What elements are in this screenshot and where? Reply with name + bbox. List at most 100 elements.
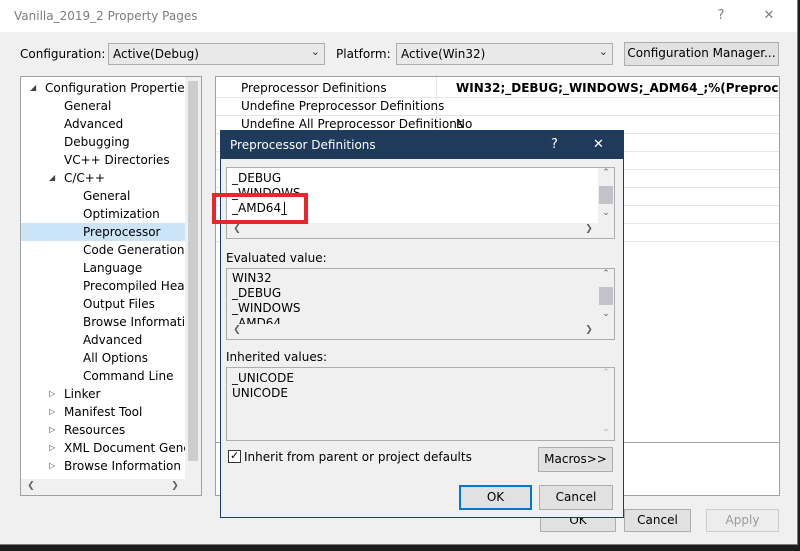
scroll-right-icon[interactable]: ❯ xyxy=(581,325,597,335)
tree-item-label: Configuration Properties xyxy=(45,81,191,95)
tree-item[interactable]: Advanced xyxy=(21,331,185,349)
inherited-values-box[interactable]: _UNICODE UNICODE ⌃ ⌄ xyxy=(226,367,615,441)
dialog-close-icon[interactable]: ✕ xyxy=(593,137,604,152)
dialog-title: Preprocessor Definitions xyxy=(230,138,376,152)
tree-item[interactable]: ▷ Browse Information xyxy=(21,457,185,475)
collapsed-arrow-icon[interactable]: ▷ xyxy=(49,421,55,439)
tree-item-label: Optimization xyxy=(83,207,160,221)
property-name: Preprocessor Definitions xyxy=(241,81,387,95)
tree-item[interactable]: Code Generation xyxy=(21,241,185,259)
inherit-checkbox[interactable]: ✓ xyxy=(228,449,241,463)
definition-line: _DEBUG xyxy=(232,171,282,185)
tree-item[interactable]: General xyxy=(21,97,185,115)
chevron-down-icon: ⌄ xyxy=(598,45,608,58)
expanded-arrow-icon[interactable]: ◢ xyxy=(30,79,36,97)
evaluated-value-label: Evaluated value: xyxy=(226,251,327,265)
property-tree[interactable]: ◢ Configuration Properties General Advanced… xyxy=(20,76,202,496)
tree-item-label: C/C++ xyxy=(64,171,105,185)
configuration-label: Configuration: xyxy=(20,47,106,61)
main-apply-button[interactable]: Apply xyxy=(706,509,779,532)
tree-item[interactable]: Language xyxy=(21,259,185,277)
title-bar[interactable]: Vanilla_2019_2 Property Pages ? ✕ xyxy=(0,0,797,32)
property-name: Undefine Preprocessor Definitions xyxy=(241,99,445,113)
property-value: WIN32;_DEBUG;_WINDOWS;_ADM64_;%(Preproce… xyxy=(456,81,779,95)
tree-scroll-thumb[interactable] xyxy=(188,81,198,461)
property-row[interactable]: Preprocessor Definitions WIN32;_DEBUG;_WI… xyxy=(216,79,779,97)
scroll-left-icon[interactable]: ❮ xyxy=(23,481,39,491)
evaluated-horizontal-scrollbar[interactable]: ❮ ❯ xyxy=(227,324,614,339)
tree-item-label: General xyxy=(64,99,112,113)
tree-item[interactable]: ▷ Linker xyxy=(21,385,185,403)
collapsed-arrow-icon[interactable]: ▷ xyxy=(49,403,55,421)
tree-item[interactable]: ▷ XML Document Genera xyxy=(21,439,201,457)
collapsed-arrow-icon[interactable]: ▷ xyxy=(49,457,55,475)
tree-item[interactable]: Optimization xyxy=(21,205,185,223)
scroll-left-icon[interactable]: ❮ xyxy=(229,325,245,335)
configuration-manager-button[interactable]: Configuration Manager... xyxy=(624,42,779,66)
tree-item-label: All Options xyxy=(83,351,148,365)
close-icon[interactable]: ✕ xyxy=(755,4,783,28)
main-cancel-button[interactable]: Cancel xyxy=(624,509,691,532)
edit-scroll-thumb[interactable] xyxy=(599,186,613,204)
scroll-down-icon[interactable]: ⌄ xyxy=(598,208,614,218)
tree-vertical-scrollbar[interactable] xyxy=(185,77,201,495)
tree-item[interactable]: Precompiled Heade xyxy=(21,277,200,295)
tree-item-label: Manifest Tool xyxy=(64,405,143,419)
tree-item[interactable]: Browse Information xyxy=(21,313,200,331)
tree-item[interactable]: VC++ Directories xyxy=(21,151,185,169)
platform-value: Active(Win32) xyxy=(401,47,486,61)
macros-button[interactable]: Macros>> xyxy=(538,447,613,472)
tree-item[interactable]: ◢ Configuration Properties xyxy=(21,79,191,97)
tree-item[interactable]: Command Line xyxy=(21,367,185,385)
tree-horizontal-scrollbar[interactable]: ❮ ❯ xyxy=(21,479,185,495)
tree-item-label: Resources xyxy=(64,423,126,437)
scroll-down-icon[interactable]: ⌄ xyxy=(598,309,614,319)
tree-item-label: Precompiled Heade xyxy=(83,279,200,293)
tree-item-label: Debugging xyxy=(64,135,130,149)
help-icon[interactable]: ? xyxy=(707,4,735,28)
expanded-arrow-icon[interactable]: ◢ xyxy=(49,169,55,187)
platform-combo[interactable]: Active(Win32) ⌄ xyxy=(396,43,613,65)
preprocessor-definitions-dialog: Preprocessor Definitions ? ✕ _DEBUG _WIND… xyxy=(212,130,624,518)
dialog-ok-button[interactable]: OK xyxy=(459,485,532,510)
tree-item[interactable]: Preprocessor xyxy=(21,223,185,241)
edit-vertical-scrollbar[interactable]: ⌃ ⌄ xyxy=(598,168,614,223)
tree-item[interactable]: General xyxy=(21,187,185,205)
edit-horizontal-scrollbar[interactable]: ❮ ❯ xyxy=(227,223,614,238)
evaluated-vertical-scrollbar[interactable]: ⌃ ⌄ xyxy=(598,269,614,324)
property-row[interactable]: Undefine Preprocessor Definitions xyxy=(216,97,779,115)
tree-item[interactable]: ▷ Manifest Tool xyxy=(21,403,185,421)
evaluated-line: _DEBUG xyxy=(232,286,282,300)
scroll-up-icon[interactable]: ⌃ xyxy=(598,168,614,178)
scroll-right-icon[interactable]: ❯ xyxy=(167,481,183,491)
configuration-combo[interactable]: Active(Debug) ⌄ xyxy=(108,43,325,65)
scroll-down-icon[interactable]: ⌄ xyxy=(598,424,614,434)
tree-item-label: Browse Information xyxy=(83,315,200,329)
tree-item[interactable]: Debugging xyxy=(21,133,185,151)
tree-item[interactable]: ◢ C/C++ xyxy=(21,169,185,187)
tree-item[interactable]: All Options xyxy=(21,349,185,367)
collapsed-arrow-icon[interactable]: ▷ xyxy=(49,439,55,457)
dialog-cancel-button[interactable]: Cancel xyxy=(539,485,613,510)
tree-item-label: Linker xyxy=(64,387,101,401)
evaluated-value-box[interactable]: WIN32 _DEBUG _WINDOWS _AMD64_ ⌃ ⌄ ❮ ❯ xyxy=(226,268,615,340)
dialog-title-bar[interactable]: Preprocessor Definitions ? ✕ xyxy=(221,131,623,159)
inherit-checkbox-label[interactable]: Inherit from parent or project defaults xyxy=(244,450,472,464)
scroll-right-icon[interactable]: ❯ xyxy=(581,224,597,234)
scroll-up-icon[interactable]: ⌃ xyxy=(598,368,614,378)
tree-item[interactable]: Advanced xyxy=(21,115,185,133)
evaluated-scroll-thumb[interactable] xyxy=(599,287,613,305)
tree-item[interactable]: ▷ Resources xyxy=(21,421,185,439)
tree-item-label: Language xyxy=(83,261,143,275)
scroll-up-icon[interactable]: ⌃ xyxy=(598,269,614,279)
inherited-line: _UNICODE xyxy=(232,371,294,385)
tree-item[interactable]: Output Files xyxy=(21,295,185,313)
tree-item-label: Output Files xyxy=(83,297,155,311)
dialog-help-icon[interactable]: ? xyxy=(551,137,558,152)
chevron-down-icon: ⌄ xyxy=(310,45,320,58)
inherited-vertical-scrollbar[interactable]: ⌃ ⌄ xyxy=(598,368,614,440)
scroll-left-icon[interactable]: ❮ xyxy=(229,224,245,234)
highlight-box xyxy=(212,193,308,224)
tree-item-label: XML Document Genera xyxy=(64,441,202,455)
collapsed-arrow-icon[interactable]: ▷ xyxy=(49,385,55,403)
